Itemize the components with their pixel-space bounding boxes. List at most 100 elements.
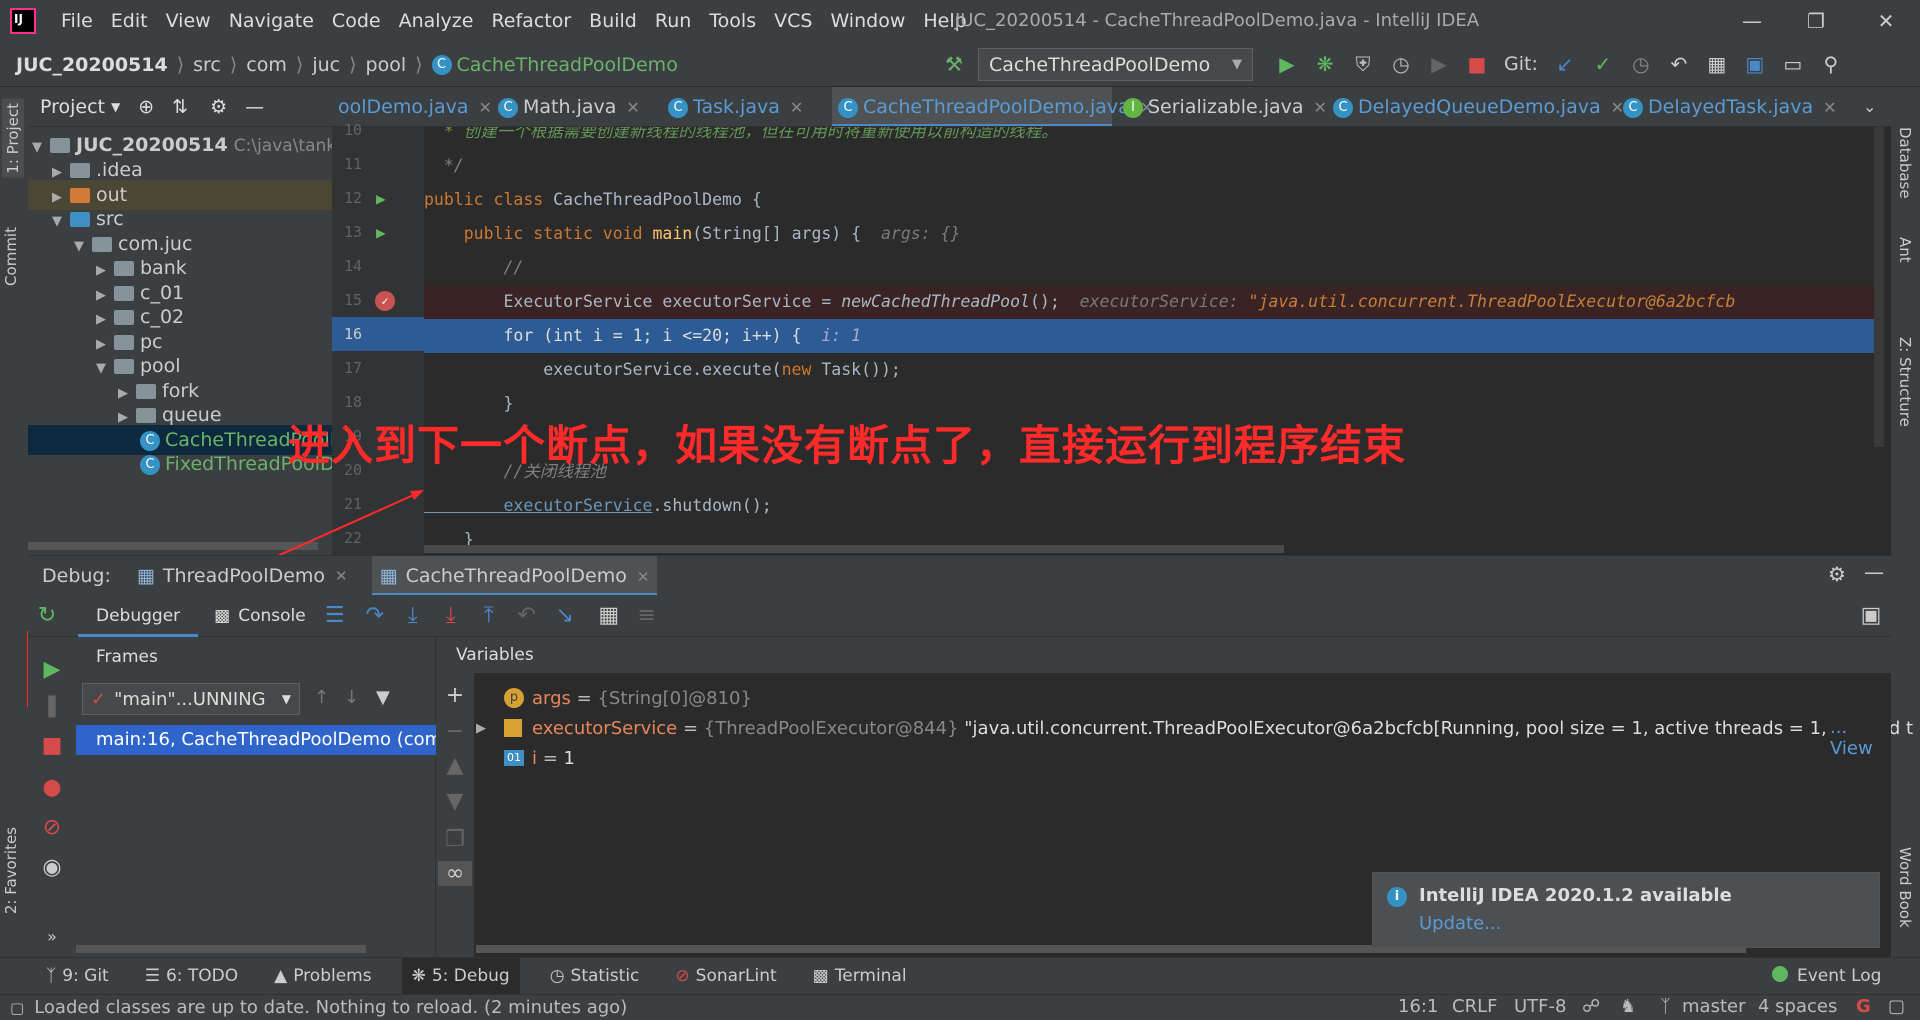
var-type: {ThreadPoolExecutor@844} [703, 717, 959, 739]
console-icon: ▩ [214, 605, 231, 626]
notification-title: IntelliJ IDEA 2020.1.2 available [1419, 885, 1732, 906]
view-breakpoints-icon[interactable]: ● [37, 775, 67, 800]
debug-side-actions: ▶ ❚ ■ ● ⊘ ◉ » [28, 637, 76, 957]
var-type: {String[0]@810} [597, 687, 752, 709]
parameter-icon: p [504, 688, 524, 708]
var-eq: = [537, 747, 564, 769]
var-name: args [532, 687, 571, 709]
terminal-icon: ▩ [812, 966, 829, 986]
move-up-icon[interactable]: ▲ [440, 753, 470, 778]
view-link[interactable]: ... View [1826, 717, 1891, 759]
hide-panel-icon[interactable]: — [1864, 560, 1884, 584]
tool-window-statistic[interactable]: Statistic [571, 966, 640, 986]
git-branch-icon: ᛉ [46, 966, 57, 986]
update-link[interactable]: Update... [1419, 913, 1501, 934]
sonarlint-icon: ⊘ [675, 966, 690, 986]
update-notification: i IntelliJ IDEA 2020.1.2 available Updat… [1372, 872, 1880, 948]
layout-icon[interactable]: ▣ [1856, 603, 1886, 628]
console-tab[interactable]: ▩ Console [214, 606, 306, 626]
next-frame-icon[interactable]: ↓ [344, 687, 359, 708]
resume-program-icon[interactable]: ▶ [37, 657, 67, 682]
status-toggle-icon[interactable]: ▢ [10, 999, 24, 1017]
variables-title: Variables [436, 637, 1891, 673]
debug-session-icon: ▦ [136, 564, 155, 587]
add-watch-icon[interactable]: + [440, 683, 470, 708]
copy-watch-icon[interactable]: ❐ [440, 827, 470, 852]
close-tab-icon[interactable]: ✕ [335, 567, 348, 585]
inspector-icon[interactable]: ♞ [1620, 996, 1636, 1017]
force-step-into-icon[interactable]: ⤓ [436, 603, 466, 628]
statistic-icon: ◷ [549, 966, 565, 986]
git-branch[interactable]: master [1682, 996, 1745, 1017]
step-over-icon[interactable]: ↷ [360, 603, 390, 628]
event-log-icon [1772, 966, 1788, 982]
debug-tab-threadpooldemo[interactable]: ThreadPoolDemo [163, 565, 325, 587]
warning-icon: ▲ [274, 966, 288, 986]
tool-window-todo[interactable]: 6: TODO [166, 966, 238, 986]
memory-indicator-icon[interactable]: ▢ [1888, 996, 1905, 1017]
status-bar: ▢ Loaded classes are up to date. Nothing… [0, 994, 1920, 1020]
tool-window-terminal[interactable]: Terminal [835, 966, 907, 986]
todo-icon: ☰ [144, 966, 160, 986]
stop-icon[interactable]: ■ [37, 733, 67, 758]
thread-label: "main"...UNNING [114, 688, 266, 710]
google-icon[interactable]: G [1856, 996, 1871, 1017]
frames-scrollbar[interactable] [76, 945, 366, 953]
step-into-icon[interactable]: ⤓ [398, 603, 428, 628]
var-value: 1 [563, 747, 575, 769]
debugger-tab[interactable]: Debugger [78, 595, 199, 637]
show-watches-icon[interactable]: ∞ [438, 861, 472, 886]
rerun-icon[interactable]: ↻ [32, 603, 62, 628]
chevron-down-icon: ▼ [281, 692, 291, 706]
var-name: executorService [532, 717, 678, 739]
show-execution-point-icon[interactable]: ☰ [320, 603, 350, 628]
debug-toolbar: ↻ Debugger ▩ Console ☰ ↷ ⤓ ⤓ ⤒ ↶ ↘ ▦ ≡ ▣ [28, 595, 1891, 637]
debug-bug-icon: ❋ [411, 965, 426, 986]
field-list-icon [504, 719, 522, 737]
debug-label: Debug: [42, 564, 111, 587]
status-message: Loaded classes are up to date. Nothing t… [34, 997, 628, 1018]
remove-watch-icon[interactable]: − [440, 719, 470, 744]
var-eq: = [570, 687, 598, 709]
debug-header: Debug: ▦ ThreadPoolDemo ✕ ▦ CacheThreadPoo… [28, 555, 1891, 596]
frame-row[interactable]: main:16, CacheThreadPoolDemo (com. [76, 725, 436, 755]
indent-setting[interactable]: 4 spaces [1758, 996, 1837, 1017]
var-value: "java.util.concurrent.ThreadPoolExecutor… [958, 717, 1914, 739]
tool-window-sonarlint[interactable]: SonarLint [696, 966, 777, 986]
file-encoding[interactable]: UTF-8 [1514, 996, 1566, 1017]
git-branch-icon: ᛉ [1660, 996, 1671, 1017]
variable-row[interactable]: ▶ executorService = {ThreadPoolExecutor@8… [476, 713, 1913, 743]
line-separator[interactable]: CRLF [1452, 996, 1497, 1017]
prev-frame-icon[interactable]: ↑ [314, 687, 329, 708]
filter-icon[interactable]: ▼ [376, 687, 390, 708]
tool-window-problems[interactable]: Problems [293, 966, 371, 986]
mute-breakpoints-icon[interactable]: ⊘ [37, 815, 67, 840]
debug-tab-cachethreadpooldemo[interactable]: ▦ CacheThreadPoolDemo ✕ [371, 555, 658, 596]
primitive-icon: 01 [504, 750, 524, 766]
more-icon[interactable]: » [37, 927, 67, 946]
trace-icon[interactable]: ≡ [632, 603, 662, 628]
lock-icon[interactable]: ☍ [1582, 996, 1600, 1017]
info-icon: i [1387, 887, 1407, 907]
frames-panel: Frames ✓ "main"...UNNING ▼ ↑ ↓ ▼ main:16, … [76, 637, 436, 957]
variable-row[interactable]: p args = {String[0]@810} [476, 683, 752, 713]
pause-icon[interactable]: ❚ [37, 693, 67, 718]
camera-icon[interactable]: ◉ [37, 855, 67, 880]
frames-title: Frames [96, 647, 158, 667]
tool-window-debug[interactable]: ❋ 5: Debug [401, 957, 520, 995]
tool-window-event-log[interactable]: Event Log [1797, 966, 1881, 986]
watches-toolbar: + − ▲ ▼ ❐ ∞ [436, 673, 474, 957]
evaluate-expression-icon[interactable]: ▦ [594, 603, 624, 628]
step-out-icon[interactable]: ⤒ [474, 603, 504, 628]
thread-check-icon: ✓ [91, 688, 107, 710]
variable-row[interactable]: 01 i = 1 [476, 743, 575, 773]
tool-window-bar: ᛉ 9: Git ☰ 6: TODO ▲ Problems ❋ 5: Debug ◷ St… [0, 957, 1920, 995]
tool-window-git[interactable]: 9: Git [62, 966, 109, 986]
run-to-cursor-icon[interactable]: ↘ [550, 603, 580, 628]
thread-select[interactable]: ✓ "main"...UNNING ▼ [82, 683, 300, 715]
expand-arrow-icon[interactable]: ▶ [476, 721, 504, 736]
caret-position[interactable]: 16:1 [1398, 996, 1438, 1017]
gear-icon[interactable]: ⚙ [1828, 562, 1846, 586]
drop-frame-icon[interactable]: ↶ [512, 603, 542, 628]
move-down-icon[interactable]: ▼ [440, 789, 470, 814]
